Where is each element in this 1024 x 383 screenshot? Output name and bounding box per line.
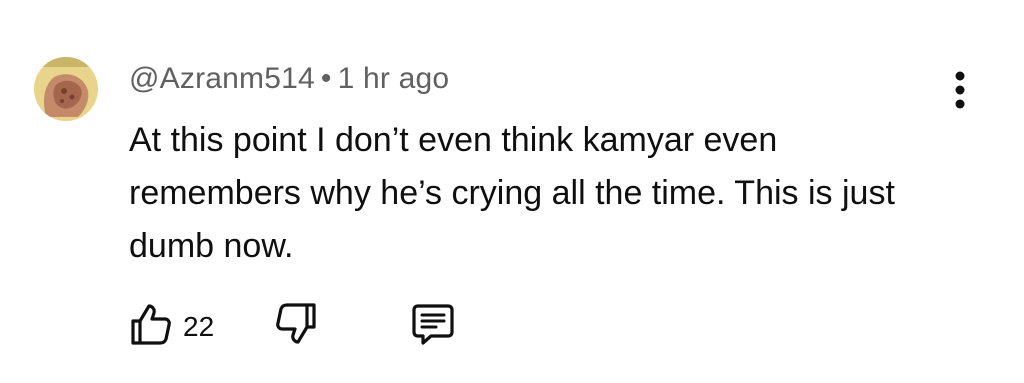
meta-separator: •	[320, 62, 332, 95]
dislike-button[interactable]	[272, 300, 320, 353]
like-button[interactable]	[127, 300, 175, 353]
thumbs-up-icon	[131, 304, 171, 345]
thumbs-down-icon	[276, 303, 316, 344]
author-name[interactable]: @Azranm514	[129, 62, 315, 95]
comment-actions: 22	[127, 300, 487, 350]
comment-text: At this point I don’t even think kamyar …	[129, 121, 895, 265]
comment-meta: @Azranm514 • 1 hr ago	[129, 62, 449, 96]
comment-timestamp[interactable]: 1 hr ago	[338, 62, 450, 95]
reply-comment-icon	[412, 304, 454, 345]
more-vertical-icon	[955, 71, 965, 109]
avatar[interactable]	[34, 57, 98, 121]
comment-card: @Azranm514 • 1 hr ago At this point I don’…	[0, 0, 1024, 383]
more-options-button[interactable]	[944, 68, 976, 112]
like-count: 22	[183, 311, 215, 342]
hand-avatar-image	[34, 57, 98, 121]
reply-button[interactable]	[409, 300, 457, 353]
